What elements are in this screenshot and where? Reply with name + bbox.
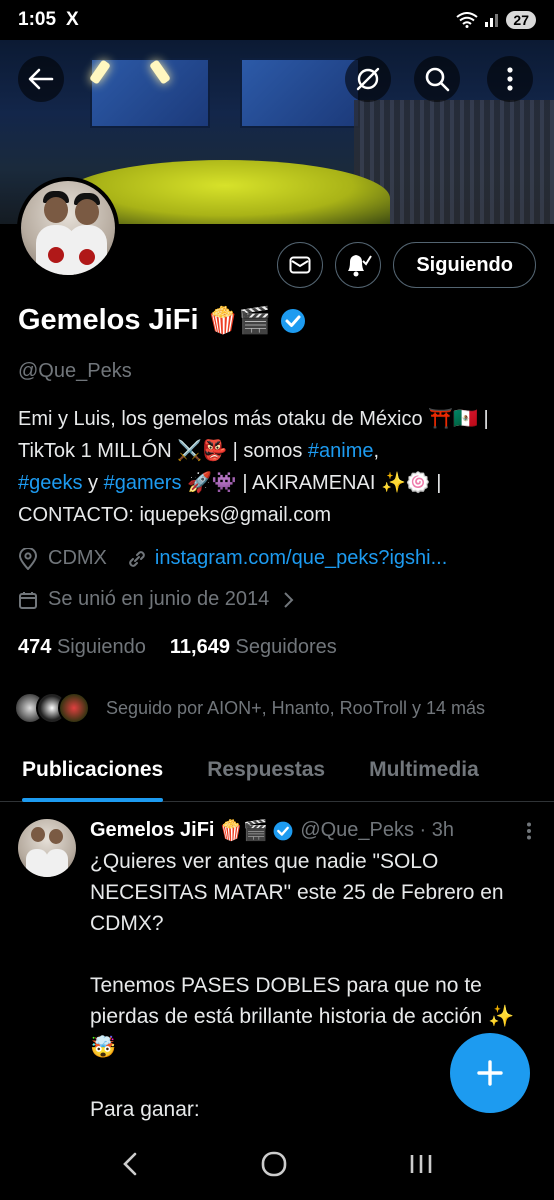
avatar-shirt-logo — [48, 247, 64, 263]
profile-joined-row[interactable]: Se unió en junio de 2014 — [18, 588, 295, 611]
followed-by-row[interactable]: Seguido por AION+, Hnanto, RooTroll y 14… — [14, 692, 485, 724]
system-navigation-bar — [0, 1128, 554, 1200]
avatar-head — [44, 197, 68, 223]
arrow-left-icon — [28, 68, 54, 90]
plus-icon — [477, 1060, 503, 1086]
hide-replies-button[interactable] — [345, 56, 391, 102]
profile-bio: Emi y Luis, los gemelos más otaku de Méx… — [18, 403, 538, 531]
avatar-head — [49, 829, 63, 844]
nav-recents-icon[interactable] — [408, 1152, 434, 1176]
battery-indicator: 27 — [506, 11, 536, 29]
profile-location: CDMX — [48, 547, 107, 569]
bio-text: | somos — [227, 440, 308, 462]
status-bar: 1:05 X 27 — [0, 0, 554, 40]
bio-text: , — [373, 440, 380, 462]
hashtag-gamers[interactable]: #gamers — [104, 472, 182, 494]
profile-avatar[interactable] — [17, 177, 119, 279]
x-app-logo: X — [66, 9, 79, 30]
avatar-body — [26, 849, 48, 877]
profile-handle: @Que_Peks — [18, 360, 132, 382]
calendar-icon — [19, 591, 37, 609]
post-handle-time: @Que_Peks · 3h — [300, 819, 455, 841]
followers-count: 11,649 — [169, 636, 230, 658]
bio-text: Emi y Luis, los gemelos más otaku de Méx… — [18, 408, 429, 430]
signal-icon — [485, 14, 499, 27]
avatar-shirt-logo — [79, 249, 95, 265]
profile-name-row: Gemelos JiFi 🍿🎬 — [18, 304, 307, 337]
hashtag-geeks[interactable]: #geeks — [18, 472, 83, 494]
profile-name: Gemelos JiFi — [18, 304, 199, 336]
profile-website-link[interactable]: instagram.com/que_peks?igshi... — [155, 547, 447, 570]
bio-emoji: 🚀👾 — [187, 472, 237, 494]
eye-slash-icon — [356, 67, 380, 91]
status-time: 1:05 — [18, 9, 57, 30]
following-count-link[interactable]: 474 Siguiendo — [18, 636, 146, 659]
location-pin-icon — [18, 547, 38, 570]
bio-emoji: ⛩️🇲🇽 — [428, 408, 478, 430]
followed-by-text: Seguido por AION+, Hnanto, RooTroll y 14… — [106, 697, 486, 718]
profile-actions: Siguiendo — [277, 242, 536, 288]
wifi-icon — [456, 12, 479, 28]
banner-screen — [240, 58, 360, 128]
back-button[interactable] — [18, 56, 64, 102]
bell-check-icon — [348, 255, 373, 277]
followers-count-link[interactable]: 11,649 Seguidores — [170, 636, 337, 659]
tab-publicaciones[interactable]: Publicaciones — [0, 742, 185, 802]
profile-name-emoji: 🍿🎬 — [206, 305, 272, 335]
hashtag-anime[interactable]: #anime — [308, 440, 374, 462]
search-button[interactable] — [414, 56, 460, 102]
followers-label: Seguidores — [235, 636, 337, 658]
tab-multimedia[interactable]: Multimedia — [347, 742, 501, 801]
avatar-head — [31, 827, 45, 842]
bio-text: y — [82, 472, 104, 494]
avatar-body — [46, 849, 68, 877]
bio-text: | AKIRAMENAI — [236, 472, 381, 494]
link-icon — [129, 550, 145, 567]
profile-meta-location-link: CDMX instagram.com/que_peks?igshi... — [18, 547, 447, 570]
more-options-button[interactable] — [487, 56, 533, 102]
bio-emoji: ✨🍥 — [380, 472, 431, 494]
post-header: Gemelos JiFi 🍿🎬 @Que_Peks · 3h — [90, 818, 454, 843]
post-author-name[interactable]: Gemelos JiFi — [90, 819, 215, 842]
message-button[interactable] — [277, 242, 324, 288]
nav-back-icon[interactable] — [120, 1151, 140, 1177]
search-icon — [425, 67, 450, 92]
avatar-head — [75, 199, 99, 225]
more-vertical-icon — [507, 67, 513, 91]
verified-badge-icon — [273, 821, 293, 840]
more-vertical-icon — [527, 822, 531, 840]
status-icons: 27 — [456, 11, 536, 29]
profile-joined-date: Se unió en junio de 2014 — [48, 588, 270, 610]
compose-button[interactable] — [450, 1033, 530, 1113]
verified-badge-icon — [281, 308, 306, 333]
tab-respuestas[interactable]: Respuestas — [185, 742, 347, 801]
follow-counts: 474 Siguiendo 11,649 Seguidores — [18, 636, 337, 659]
following-label: Siguiendo — [56, 636, 146, 658]
post-author-emoji: 🍿🎬 — [218, 820, 269, 842]
follower-avatar — [58, 692, 90, 724]
chevron-right-icon — [284, 591, 294, 608]
notifications-button[interactable] — [335, 242, 382, 288]
bio-emoji: ⚔️👺 — [177, 440, 228, 462]
following-button[interactable]: Siguiendo — [393, 242, 536, 288]
post-author-avatar[interactable] — [18, 819, 76, 877]
nav-home-icon[interactable] — [260, 1150, 288, 1178]
following-count: 474 — [18, 636, 52, 658]
profile-tabs: Publicaciones Respuestas Multimedia — [0, 742, 554, 802]
mail-icon — [289, 256, 311, 274]
post-more-button[interactable] — [526, 822, 532, 845]
